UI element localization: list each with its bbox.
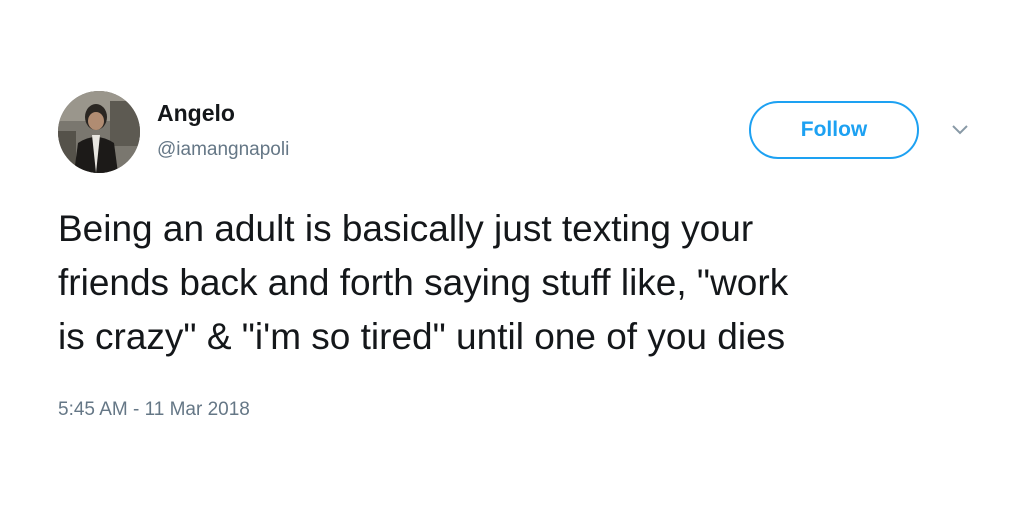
avatar-photo-icon (58, 91, 140, 173)
tweet-text-line: friends back and forth saying stuff like… (58, 262, 789, 303)
chevron-down-icon (952, 125, 968, 135)
user-name[interactable]: Angelo (157, 99, 235, 127)
tweet-card: Angelo @iamangnapoli Follow Being an adu… (0, 0, 1009, 528)
more-options-button[interactable] (950, 123, 970, 137)
tweet-text-line: is crazy" & "i'm so tired" until one of … (58, 316, 786, 357)
user-handle[interactable]: @iamangnapoli (157, 138, 289, 162)
follow-button[interactable]: Follow (749, 101, 919, 159)
tweet-text-line: Being an adult is basically just texting… (58, 208, 754, 249)
avatar[interactable] (58, 91, 140, 173)
tweet-timestamp[interactable]: 5:45 AM - 11 Mar 2018 (58, 398, 250, 422)
tweet-text: Being an adult is basically just texting… (58, 202, 988, 364)
